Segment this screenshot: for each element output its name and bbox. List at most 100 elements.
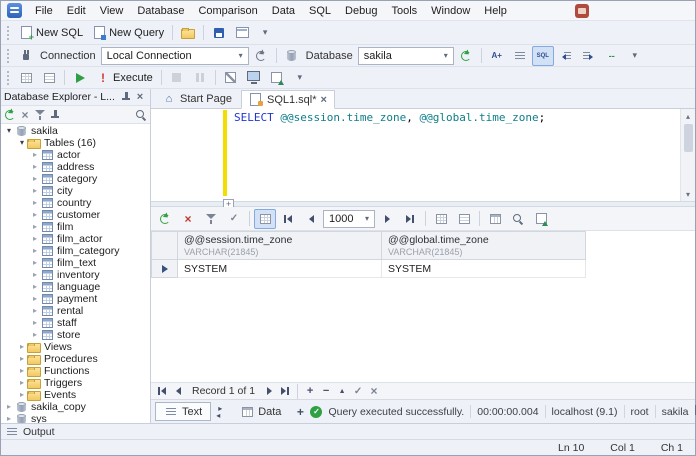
tree-item-rental[interactable]: ▸ rental <box>1 305 150 317</box>
tree-toggle-icon[interactable]: ▸ <box>4 401 14 413</box>
comment-button[interactable] <box>601 46 623 66</box>
scrollbar-track[interactable] <box>681 123 695 187</box>
database-select[interactable]: sakila <box>357 46 454 65</box>
menu-item-sql[interactable]: SQL <box>302 3 338 19</box>
tree-toggle-icon[interactable]: ▸ <box>30 221 40 233</box>
table-row[interactable]: SYSTEM SYSTEM <box>152 260 586 278</box>
query-plan-button[interactable] <box>220 68 242 88</box>
tree-item-category[interactable]: ▸ category <box>1 173 150 185</box>
tree-toggle-icon[interactable]: ▸ <box>30 257 40 269</box>
refresh-connection-button[interactable] <box>250 46 272 66</box>
close-icon[interactable] <box>133 90 147 104</box>
connection-button[interactable] <box>15 46 37 66</box>
tree-toggle-icon[interactable]: ▸ <box>17 377 27 389</box>
refresh-database-button[interactable] <box>455 46 477 66</box>
menu-item-file[interactable]: File <box>28 3 60 19</box>
chevron-down-icon[interactable] <box>234 48 248 64</box>
prev-record-button[interactable] <box>171 384 185 398</box>
tree-toggle-icon[interactable]: ▸ <box>30 329 40 341</box>
execute-overflow-button[interactable] <box>289 68 311 88</box>
menu-item-comparison[interactable]: Comparison <box>191 3 264 19</box>
tab-text-view[interactable]: Text <box>155 402 212 421</box>
tree-toggle-icon[interactable]: ▸ <box>17 365 27 377</box>
tree-item-store[interactable]: ▸ store <box>1 329 150 341</box>
tree-item-sakila[interactable]: ▾ sakila <box>1 125 150 137</box>
refresh-explorer-icon[interactable] <box>3 108 17 122</box>
database-icon-button[interactable] <box>281 46 303 66</box>
scroll-down-icon[interactable] <box>681 187 695 201</box>
delete-record-button[interactable] <box>319 384 333 398</box>
tree-item-language[interactable]: ▸ language <box>1 281 150 293</box>
tree-toggle-icon[interactable]: ▸ <box>30 293 40 305</box>
search-icon[interactable] <box>134 108 148 122</box>
find-in-grid-button[interactable] <box>507 209 529 229</box>
chevron-down-icon[interactable] <box>439 48 453 64</box>
toolbar-grip[interactable] <box>6 48 11 63</box>
tree-toggle-icon[interactable]: ▾ <box>4 125 14 137</box>
tree-toggle-icon[interactable]: ▸ <box>30 161 40 173</box>
menu-item-view[interactable]: View <box>93 3 131 19</box>
menu-item-edit[interactable]: Edit <box>60 3 93 19</box>
export-grid-button[interactable] <box>530 209 552 229</box>
menu-item-help[interactable]: Help <box>477 3 514 19</box>
next-page-button[interactable] <box>376 209 398 229</box>
tree-toggle-icon[interactable]: ▸ <box>4 413 14 423</box>
first-record-button[interactable] <box>155 384 169 398</box>
last-record-button[interactable] <box>278 384 292 398</box>
tree-toggle-icon[interactable]: ▸ <box>30 281 40 293</box>
tree-item-customer[interactable]: ▸ customer <box>1 209 150 221</box>
pin-objects-icon[interactable] <box>48 108 62 122</box>
tree-item-country[interactable]: ▸ country <box>1 197 150 209</box>
promo-icon[interactable] <box>575 3 589 18</box>
tree-toggle-icon[interactable]: ▸ <box>30 197 40 209</box>
tree-item-events[interactable]: ▸ Events <box>1 389 150 401</box>
tree-item-triggers[interactable]: ▸ Triggers <box>1 377 150 389</box>
menu-item-data[interactable]: Data <box>265 3 302 19</box>
tree-item-sakila-copy[interactable]: ▸ sakila_copy <box>1 401 150 413</box>
append-record-button[interactable] <box>303 384 317 398</box>
tree-toggle-icon[interactable]: ▸ <box>17 353 27 365</box>
close-tab-icon[interactable] <box>321 94 327 106</box>
cancel-edit-button[interactable] <box>367 384 381 398</box>
new-results-tab-button[interactable] <box>15 68 37 88</box>
profiler-button[interactable] <box>243 68 265 88</box>
tree-item-staff[interactable]: ▸ staff <box>1 317 150 329</box>
tree-toggle-icon[interactable]: ▸ <box>30 317 40 329</box>
toolbar-grip[interactable] <box>6 25 11 40</box>
editor-overflow-button[interactable] <box>624 46 646 66</box>
menu-item-window[interactable]: Window <box>424 3 477 19</box>
column-picker-button[interactable] <box>484 209 506 229</box>
tree-item-sys[interactable]: ▸ sys <box>1 413 150 423</box>
tree-toggle-icon[interactable]: ▸ <box>30 269 40 281</box>
filter-button[interactable] <box>200 209 222 229</box>
tab-sql1-sql[interactable]: SQL1.sql* <box>240 90 335 109</box>
pagination-button[interactable] <box>254 208 276 229</box>
next-record-button[interactable] <box>262 384 276 398</box>
execute-statement-button[interactable] <box>69 68 91 88</box>
table-cell[interactable]: SYSTEM <box>178 260 382 278</box>
scroll-up-icon[interactable] <box>681 109 695 123</box>
stop-refresh-icon[interactable] <box>18 108 32 122</box>
page-size-select[interactable]: 1000 <box>323 209 375 228</box>
tree-toggle-icon[interactable]: ▸ <box>30 233 40 245</box>
card-view-button[interactable] <box>453 209 475 229</box>
last-page-button[interactable] <box>399 209 421 229</box>
snippets-button[interactable] <box>509 46 531 66</box>
menu-item-database[interactable]: Database <box>130 3 191 19</box>
column-header-global-time-zone[interactable]: @@global.time_zone VARCHAR(21845) <box>382 232 586 260</box>
uppercase-button[interactable] <box>486 46 508 66</box>
post-edit-button[interactable] <box>351 384 365 398</box>
tree-toggle-icon[interactable]: ▸ <box>30 149 40 161</box>
results-grid[interactable]: @@session.time_zone VARCHAR(21845) @@globa… <box>151 231 695 382</box>
tree-toggle-icon[interactable]: ▸ <box>17 341 27 353</box>
standard-overflow-button[interactable] <box>254 23 276 43</box>
indent-button[interactable] <box>578 46 600 66</box>
tree-item-functions[interactable]: ▸ Functions <box>1 365 150 377</box>
add-view-button[interactable] <box>293 405 307 419</box>
window-layout-button[interactable] <box>231 23 253 43</box>
connection-select[interactable]: Local Connection <box>100 46 249 65</box>
tree-item-tables-16[interactable]: ▾ Tables (16) <box>1 137 150 149</box>
tree-item-inventory[interactable]: ▸ inventory <box>1 269 150 281</box>
table-cell[interactable]: SYSTEM <box>382 260 586 278</box>
execute-button[interactable]: Execute <box>92 68 157 88</box>
